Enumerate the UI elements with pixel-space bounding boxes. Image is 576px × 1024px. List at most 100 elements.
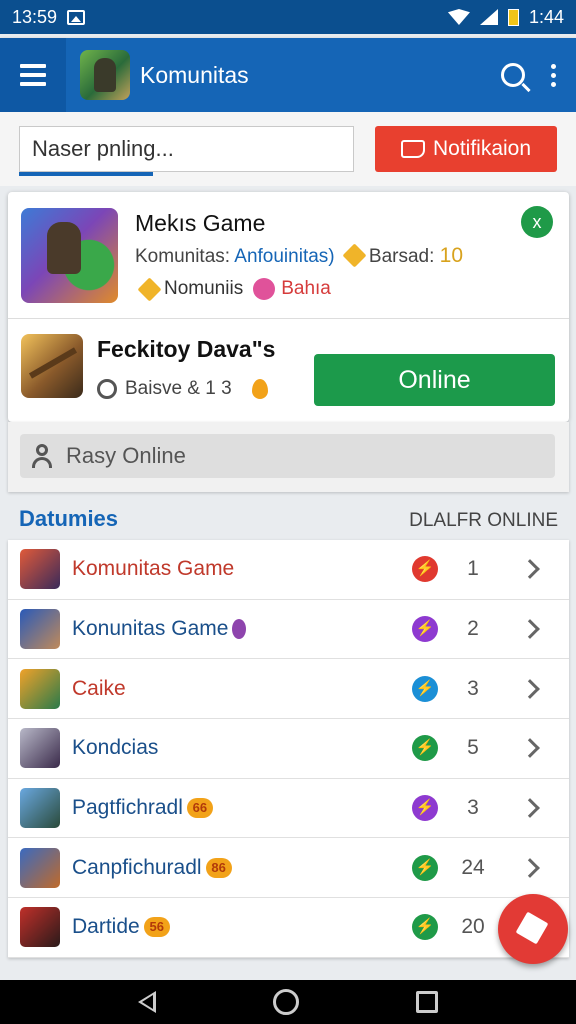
game-thumbnail <box>20 549 60 590</box>
image-notification-icon <box>67 9 86 25</box>
battery-icon <box>507 8 519 26</box>
tag-nomuniis: Nomuniis <box>164 278 244 299</box>
list-item[interactable]: Kondcias ⚡ 5 <box>8 719 569 779</box>
more-options-icon[interactable] <box>551 63 556 87</box>
level-badge: 56 <box>143 917 170 938</box>
featured-game-tags: Nomuniis Bahıa <box>135 276 331 302</box>
easy-online-label: Rasy Online <box>66 443 186 468</box>
easy-online-bar[interactable]: Rasy Online <box>20 434 555 478</box>
status-time-left: 13:59 <box>12 6 58 27</box>
list-item-label-wrap: Dartide 56 <box>72 915 170 939</box>
chat-icon <box>97 379 117 399</box>
list-item[interactable]: Canpfichuradl 86 ⚡ 24 <box>8 838 569 899</box>
search-input[interactable] <box>19 126 354 172</box>
list-item[interactable]: Konunitas Game ⚡ 2 <box>8 600 569 660</box>
list-item-count: 20 <box>461 915 485 939</box>
bonus-value: 10 <box>439 244 464 267</box>
notification-button-label: Notifikaion <box>432 137 532 160</box>
game-thumbnail <box>20 907 60 948</box>
featured-game-title: Mekıs Game <box>135 210 266 236</box>
divider <box>8 318 569 319</box>
featured-game-stats: Komunitas: Anfouinitas) Barsad: 10 <box>135 243 464 268</box>
home-icon[interactable] <box>272 989 299 1015</box>
lightning-icon: ⚡ <box>412 675 438 702</box>
list-item-count: 2 <box>467 617 479 641</box>
lightning-icon: ⚡ <box>412 556 438 583</box>
community-link[interactable]: Anfouinitas) <box>234 246 334 267</box>
list-item-count: 1 <box>467 557 479 581</box>
list-item-label-wrap: Canpfichuradl 86 <box>72 856 232 880</box>
list-item-label: Komunitas Game <box>72 557 235 581</box>
featured-game-thumbnail[interactable] <box>21 208 118 303</box>
chevron-right-icon[interactable] <box>520 857 540 878</box>
list-item-label: Pagtfichradl <box>72 796 183 820</box>
close-badge-icon[interactable]: x <box>521 206 553 238</box>
list-item-count: 3 <box>467 796 479 820</box>
app-title: Komunitas <box>140 61 249 88</box>
list-item-label: Kondcias <box>72 736 159 760</box>
chevron-right-icon[interactable] <box>520 619 540 639</box>
search-icon[interactable] <box>501 63 525 87</box>
lightning-icon: ⚡ <box>412 795 438 822</box>
bonus-label: Barsad: <box>368 246 435 267</box>
purple-badge-icon <box>232 619 247 640</box>
game-thumbnail <box>20 728 60 769</box>
list-item-label-wrap: Komunitas Game <box>72 557 234 581</box>
second-game-meta-text: Baisve & 1 3 <box>125 378 232 399</box>
app-logo <box>80 50 130 100</box>
list-item[interactable]: Dartide 56 ⚡ 20 <box>8 898 569 958</box>
chevron-right-icon[interactable] <box>520 559 540 580</box>
chevron-right-icon[interactable] <box>520 678 540 699</box>
list-item-label-wrap: Caike <box>72 677 126 701</box>
list-item-label: Dartide <box>72 915 140 939</box>
list-item-count: 24 <box>461 855 485 879</box>
section-right-label[interactable]: DLALFR ONLINE <box>409 510 558 532</box>
list-item[interactable]: Caike ⚡ 3 <box>8 659 569 720</box>
tag-bahia: Bahıa <box>281 278 331 299</box>
lightning-icon: ⚡ <box>412 854 438 881</box>
level-badge: 66 <box>186 798 213 819</box>
gem-icon <box>342 243 367 268</box>
list-item[interactable]: Pagtfichradl 66 ⚡ 3 <box>8 779 569 839</box>
lightning-icon: ⚡ <box>412 735 438 762</box>
search-underline <box>19 172 153 176</box>
pink-badge-icon <box>253 278 276 300</box>
lightning-icon: ⚡ <box>412 914 438 941</box>
back-icon[interactable] <box>138 991 157 1013</box>
notification-icon <box>400 140 425 158</box>
lightning-icon: ⚡ <box>412 616 438 643</box>
signal-icon <box>479 9 498 25</box>
second-game-meta: Baisve & 1 3 <box>97 378 268 400</box>
easy-online-section: Rasy Online <box>8 422 569 492</box>
list-item-label: Konunitas Game <box>72 617 229 641</box>
list-item-label-wrap: Konunitas Game <box>72 617 247 641</box>
game-thumbnail <box>20 788 60 829</box>
list-item-count: 5 <box>467 736 479 760</box>
second-game-thumbnail[interactable] <box>21 334 83 398</box>
list-item-label: Caike <box>72 676 126 700</box>
game-thumbnail <box>20 847 60 888</box>
list-item-label-wrap: Pagtfichradl 66 <box>72 796 213 820</box>
menu-icon[interactable] <box>0 38 66 112</box>
second-game-title: Feckitoy Dava"s <box>97 336 276 362</box>
list-item[interactable]: Komunitas Game ⚡ 1 <box>8 540 569 600</box>
fab-action-button[interactable] <box>498 894 568 964</box>
list-item-label: Canpfichuradl <box>72 855 202 879</box>
gem-icon <box>137 276 162 302</box>
status-time-right: 1:44 <box>528 6 564 27</box>
recent-apps-icon[interactable] <box>415 991 438 1013</box>
list-item-count: 3 <box>467 676 479 700</box>
list-item-label-wrap: Kondcias <box>72 736 158 760</box>
status-bar: 13:59 1:44 <box>0 0 576 34</box>
notification-button[interactable]: Notifikaion <box>375 126 557 172</box>
online-button[interactable]: Online <box>314 354 555 406</box>
app-bar: Komunitas <box>0 38 576 112</box>
person-icon <box>32 444 52 468</box>
game-thumbnail <box>20 668 60 709</box>
community-label: Komunitas: <box>135 246 231 267</box>
game-thumbnail <box>20 609 60 650</box>
system-nav-bar <box>0 980 576 1024</box>
chevron-right-icon[interactable] <box>520 738 540 759</box>
chevron-right-icon[interactable] <box>520 798 540 818</box>
flame-icon <box>251 379 268 399</box>
